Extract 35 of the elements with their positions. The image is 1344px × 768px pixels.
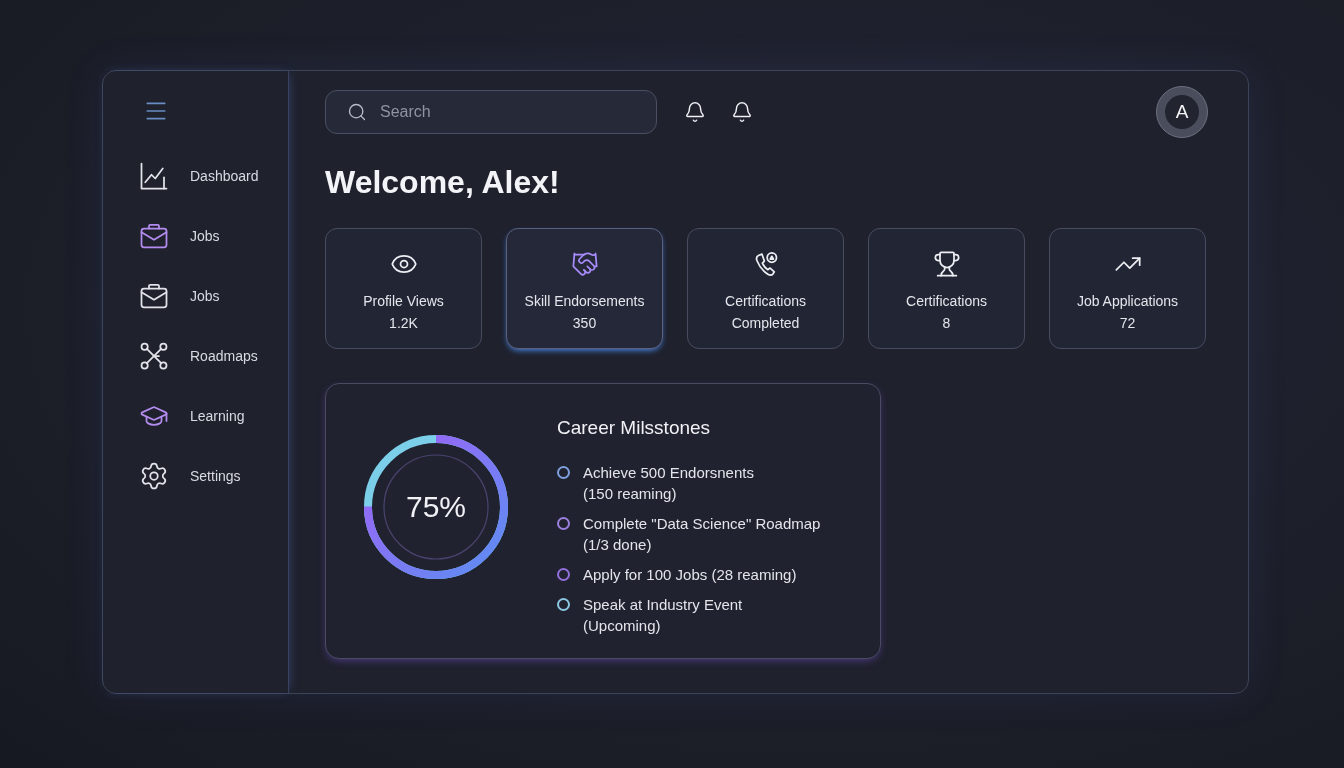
stat-value: 1.2K: [389, 314, 418, 333]
sidebar-item[interactable]: Jobs: [129, 214, 262, 258]
stat-label: Profile Views: [363, 292, 444, 311]
sidebar-item[interactable]: Settings: [129, 454, 262, 498]
stat-label: Skill Endorsements: [524, 292, 645, 311]
stat-label: Certifications: [906, 292, 987, 311]
stat-card[interactable]: Skill Endorsements 350: [506, 228, 663, 349]
notification-icon[interactable]: [731, 101, 753, 123]
milestone-text: Speak at Industry Event (Upcoming): [583, 595, 743, 636]
milestones-title: Career Milsstones: [557, 416, 711, 440]
stat-card[interactable]: Certifications 8: [868, 228, 1025, 349]
stat-value: Completed: [731, 314, 800, 333]
sidebar-item[interactable]: Learning: [129, 394, 262, 438]
sidebar-item[interactable]: Jobs: [129, 274, 262, 318]
notification-icon[interactable]: [684, 101, 706, 123]
handshake-icon: [570, 250, 599, 278]
stat-card[interactable]: Profile Views 1.2K: [325, 228, 482, 349]
stat-value: 72: [1119, 314, 1136, 333]
milestone-text: Complete "Data Science" Roadmap (1/3 done): [583, 514, 821, 555]
milestone-text: Apply for 100 Jobs (28 reaming): [583, 565, 797, 585]
search-field[interactable]: Search: [325, 90, 657, 134]
sidebar-item[interactable]: Dashboard: [129, 154, 262, 198]
stat-label: Certifications: [725, 292, 806, 311]
stat-value: 8: [942, 314, 951, 333]
progress-percentage: 75%: [405, 489, 466, 525]
sidebar-item[interactable]: Roadmaps: [129, 334, 262, 378]
trophy-icon: [932, 250, 961, 278]
welcome-title: Welcome, Alex!: [325, 163, 560, 201]
milestone-text: Achieve 500 Endorsnents (150 reaming): [583, 463, 754, 504]
stat-value: 350: [572, 314, 597, 333]
stat-label: Job Applications: [1076, 292, 1179, 311]
search-icon: [347, 102, 367, 122]
stat-card[interactable]: Certifications Completed: [687, 228, 844, 349]
stat-card[interactable]: Job Applications 72: [1049, 228, 1206, 349]
avatar-button[interactable]: A: [1156, 86, 1208, 138]
